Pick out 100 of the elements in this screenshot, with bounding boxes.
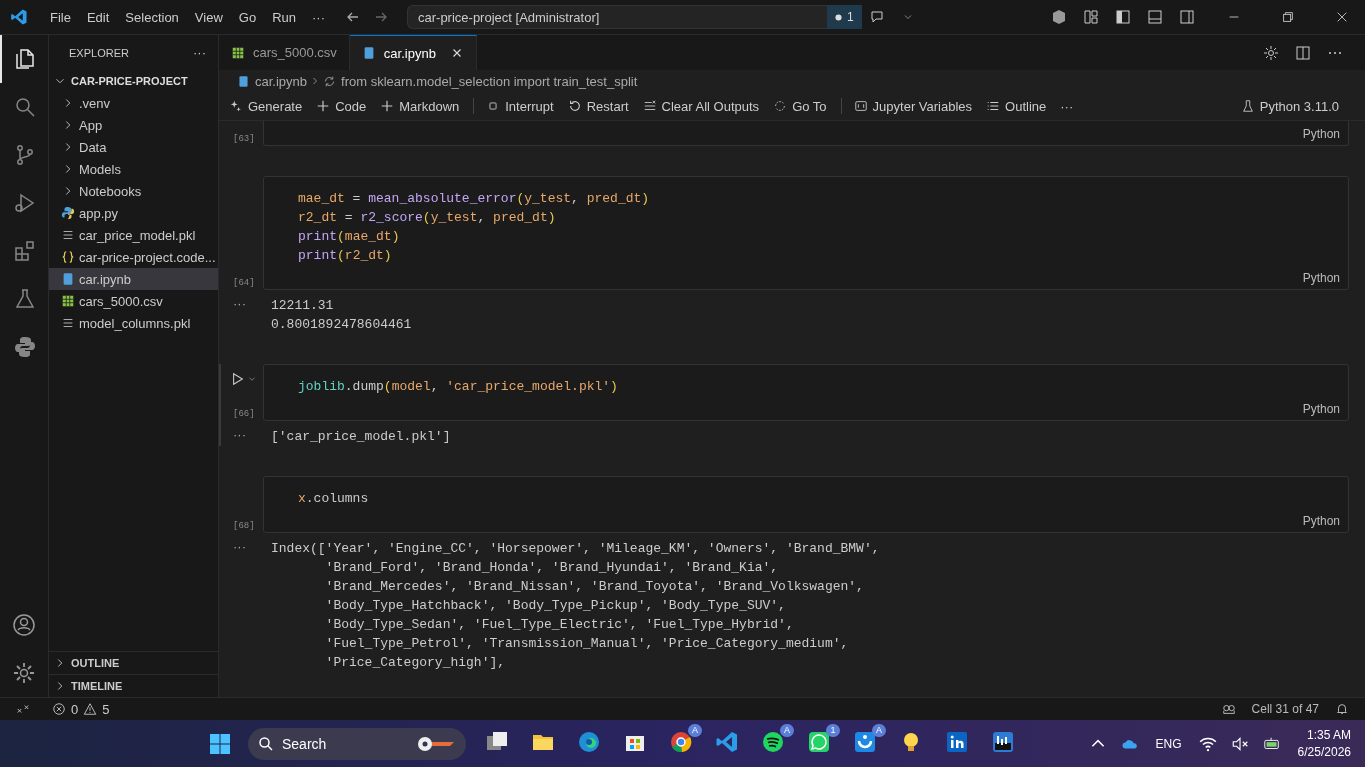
files-icon[interactable] — [13, 47, 37, 71]
blueapp-app-icon[interactable] — [853, 730, 877, 754]
output-line: 'Brand_Ford', 'Brand_Honda', 'Brand_Hyundai', 'Brand_Kia', — [324, 559, 780, 577]
notification-badge: 1 — [826, 724, 840, 737]
toolbar-button[interactable]: Generate — [229, 98, 303, 114]
cell-language[interactable]: Python — [1302, 127, 1340, 141]
toolbar-button[interactable]: Interrupt — [486, 98, 554, 114]
lines-file-icon — [61, 228, 75, 242]
code-cell[interactable]: mae_dt = mean_absolute_error(y_test, pred_dt) r2_dt = r2_score(y_test, pred_dt) print(mae_dt) print(r2_dt) Python — [263, 176, 1349, 290]
secondary-sidebar-icon[interactable] — [1179, 9, 1195, 25]
chat-icon[interactable] — [869, 9, 886, 25]
flask-icon[interactable] — [13, 287, 37, 311]
file-tree-item[interactable]: cars_5000.csv — [49, 290, 218, 312]
toolbar-button[interactable]: Go To — [773, 98, 827, 114]
edge-app-icon[interactable] — [577, 730, 601, 754]
output-line: ['car_price_model.pkl'] — [271, 428, 451, 446]
notification-badge: A — [872, 724, 886, 737]
file-tree-item[interactable]: Data — [49, 136, 218, 158]
explorer-title: EXPLORER — [69, 46, 129, 59]
command-center[interactable]: car-price-project [Administrator] — [407, 5, 827, 29]
editor-tab[interactable]: cars_5000.csv — [219, 35, 350, 70]
start-icon[interactable] — [208, 731, 232, 756]
project-folder[interactable]: CAR-PRICE-PROJECT — [49, 70, 218, 92]
breadcrumb-item[interactable]: car.ipynb — [255, 73, 308, 89]
output-menu[interactable]: ··· — [233, 427, 246, 442]
menu-item[interactable]: ··· — [304, 5, 333, 29]
output-line: 'Brand_Mercedes', 'Brand_Nissan', 'Brand_Toyota', 'Brand_Volkswagen', — [324, 578, 865, 596]
chart-app-icon[interactable] — [991, 730, 1015, 754]
whatsapp-app-icon[interactable] — [807, 730, 831, 754]
close-icon[interactable] — [1335, 10, 1349, 24]
account-icon[interactable] — [12, 613, 36, 637]
file-tree-item[interactable]: App — [49, 114, 218, 136]
toolbar-button[interactable]: ··· — [1060, 98, 1074, 114]
notification-badge[interactable]: 1 — [827, 5, 862, 29]
notification-badge: A — [688, 724, 702, 737]
table-file-icon — [231, 45, 245, 60]
settings-icon[interactable] — [12, 661, 36, 685]
clock-date[interactable]: 6/25/2026 — [1297, 743, 1351, 761]
toolbar-button[interactable]: Restart — [567, 98, 629, 114]
search-icon[interactable] — [13, 95, 37, 119]
breadcrumb-item[interactable]: from sklearn.model_selection import train_test_split — [341, 73, 638, 89]
language-indicator[interactable]: ENG — [1155, 736, 1182, 751]
file-tree-item[interactable]: car_price_model.pkl — [49, 224, 218, 246]
extensions-icon[interactable] — [13, 239, 37, 263]
kernel-picker[interactable]: Python 3.11.0 — [1240, 98, 1339, 114]
sidebar-toggle-icon[interactable] — [1115, 9, 1131, 25]
settings-icon[interactable] — [1263, 44, 1279, 61]
python-icon[interactable] — [13, 335, 37, 359]
restore-icon[interactable] — [1281, 10, 1295, 24]
cell-indicator[interactable]: Cell 31 of 47 — [1251, 702, 1319, 716]
collapsed-section[interactable]: OUTLINE — [49, 651, 218, 674]
menu-item[interactable]: Selection — [117, 5, 187, 29]
problems-indicator[interactable]: 0 5 — [48, 701, 110, 717]
cell-language[interactable]: Python — [1302, 271, 1340, 285]
sparkle-icon — [229, 99, 243, 113]
code-cell[interactable]: x.columns Python — [263, 476, 1349, 533]
code-cell[interactable]: joblib.dump(model, 'car_price_model.pkl') Python — [263, 364, 1349, 421]
menu-item[interactable]: Edit — [78, 5, 118, 29]
warning-icon — [83, 702, 98, 716]
file-tree-item[interactable]: model_columns.pkl — [49, 312, 218, 334]
run-cell-icon[interactable] — [231, 372, 245, 386]
output-menu[interactable]: ··· — [233, 296, 246, 311]
output-line: 12211.31 — [271, 297, 335, 315]
toolbar-button[interactable]: Outline — [986, 98, 1047, 114]
panel-toggle-icon[interactable] — [1147, 9, 1163, 25]
code-line: r2_dt = r2_score(y_test, pred_dt) — [298, 209, 557, 227]
output-line: 0.8001892478604461 — [271, 316, 412, 334]
more-actions-button[interactable]: ··· — [193, 45, 206, 60]
error-icon — [52, 702, 66, 716]
menu-item[interactable]: File — [42, 5, 79, 29]
file-tree-item[interactable]: .venv — [49, 92, 218, 114]
file-tree-item[interactable]: Notebooks — [49, 180, 218, 202]
file-tree-item[interactable]: app.py — [49, 202, 218, 224]
toolbar-button[interactable]: Clear All Outputs — [642, 98, 760, 114]
menu-item[interactable]: Run — [264, 5, 304, 29]
editor-tab[interactable]: car.ipynb — [349, 35, 477, 70]
vscode-app-icon[interactable] — [715, 730, 739, 754]
linkedin-app-icon[interactable] — [945, 730, 969, 754]
spotify-app-icon[interactable] — [761, 730, 785, 754]
layout-icon[interactable] — [1083, 9, 1099, 25]
taskbar-search[interactable]: Search — [248, 727, 466, 760]
cell-language[interactable]: Python — [1302, 402, 1340, 416]
toolbar-button[interactable]: Jupyter Variables — [853, 98, 973, 114]
remote-icon[interactable] — [16, 702, 30, 716]
file-tree-item[interactable]: Models — [49, 158, 218, 180]
chrome-app-icon[interactable] — [669, 730, 693, 754]
bell-icon[interactable] — [1335, 702, 1349, 716]
muted-speaker-icon[interactable] — [1230, 734, 1249, 753]
menu-item[interactable]: Go — [230, 5, 265, 29]
split-editor-icon[interactable] — [1295, 44, 1311, 61]
clock-time[interactable]: 1:35 AM — [1306, 726, 1351, 744]
output-menu[interactable]: ··· — [233, 539, 246, 554]
file-tree-item[interactable]: car-price-project.code... — [49, 246, 218, 268]
file-tree-item[interactable]: car.ipynb — [49, 268, 218, 290]
menu-item[interactable]: View — [186, 5, 231, 29]
code-cell[interactable]: Python — [263, 121, 1349, 146]
toolbar-button[interactable]: Markdown — [380, 98, 460, 114]
run-debug-icon[interactable] — [13, 191, 37, 215]
toolbar-button[interactable]: Code — [316, 98, 367, 114]
cell-language[interactable]: Python — [1302, 514, 1340, 528]
